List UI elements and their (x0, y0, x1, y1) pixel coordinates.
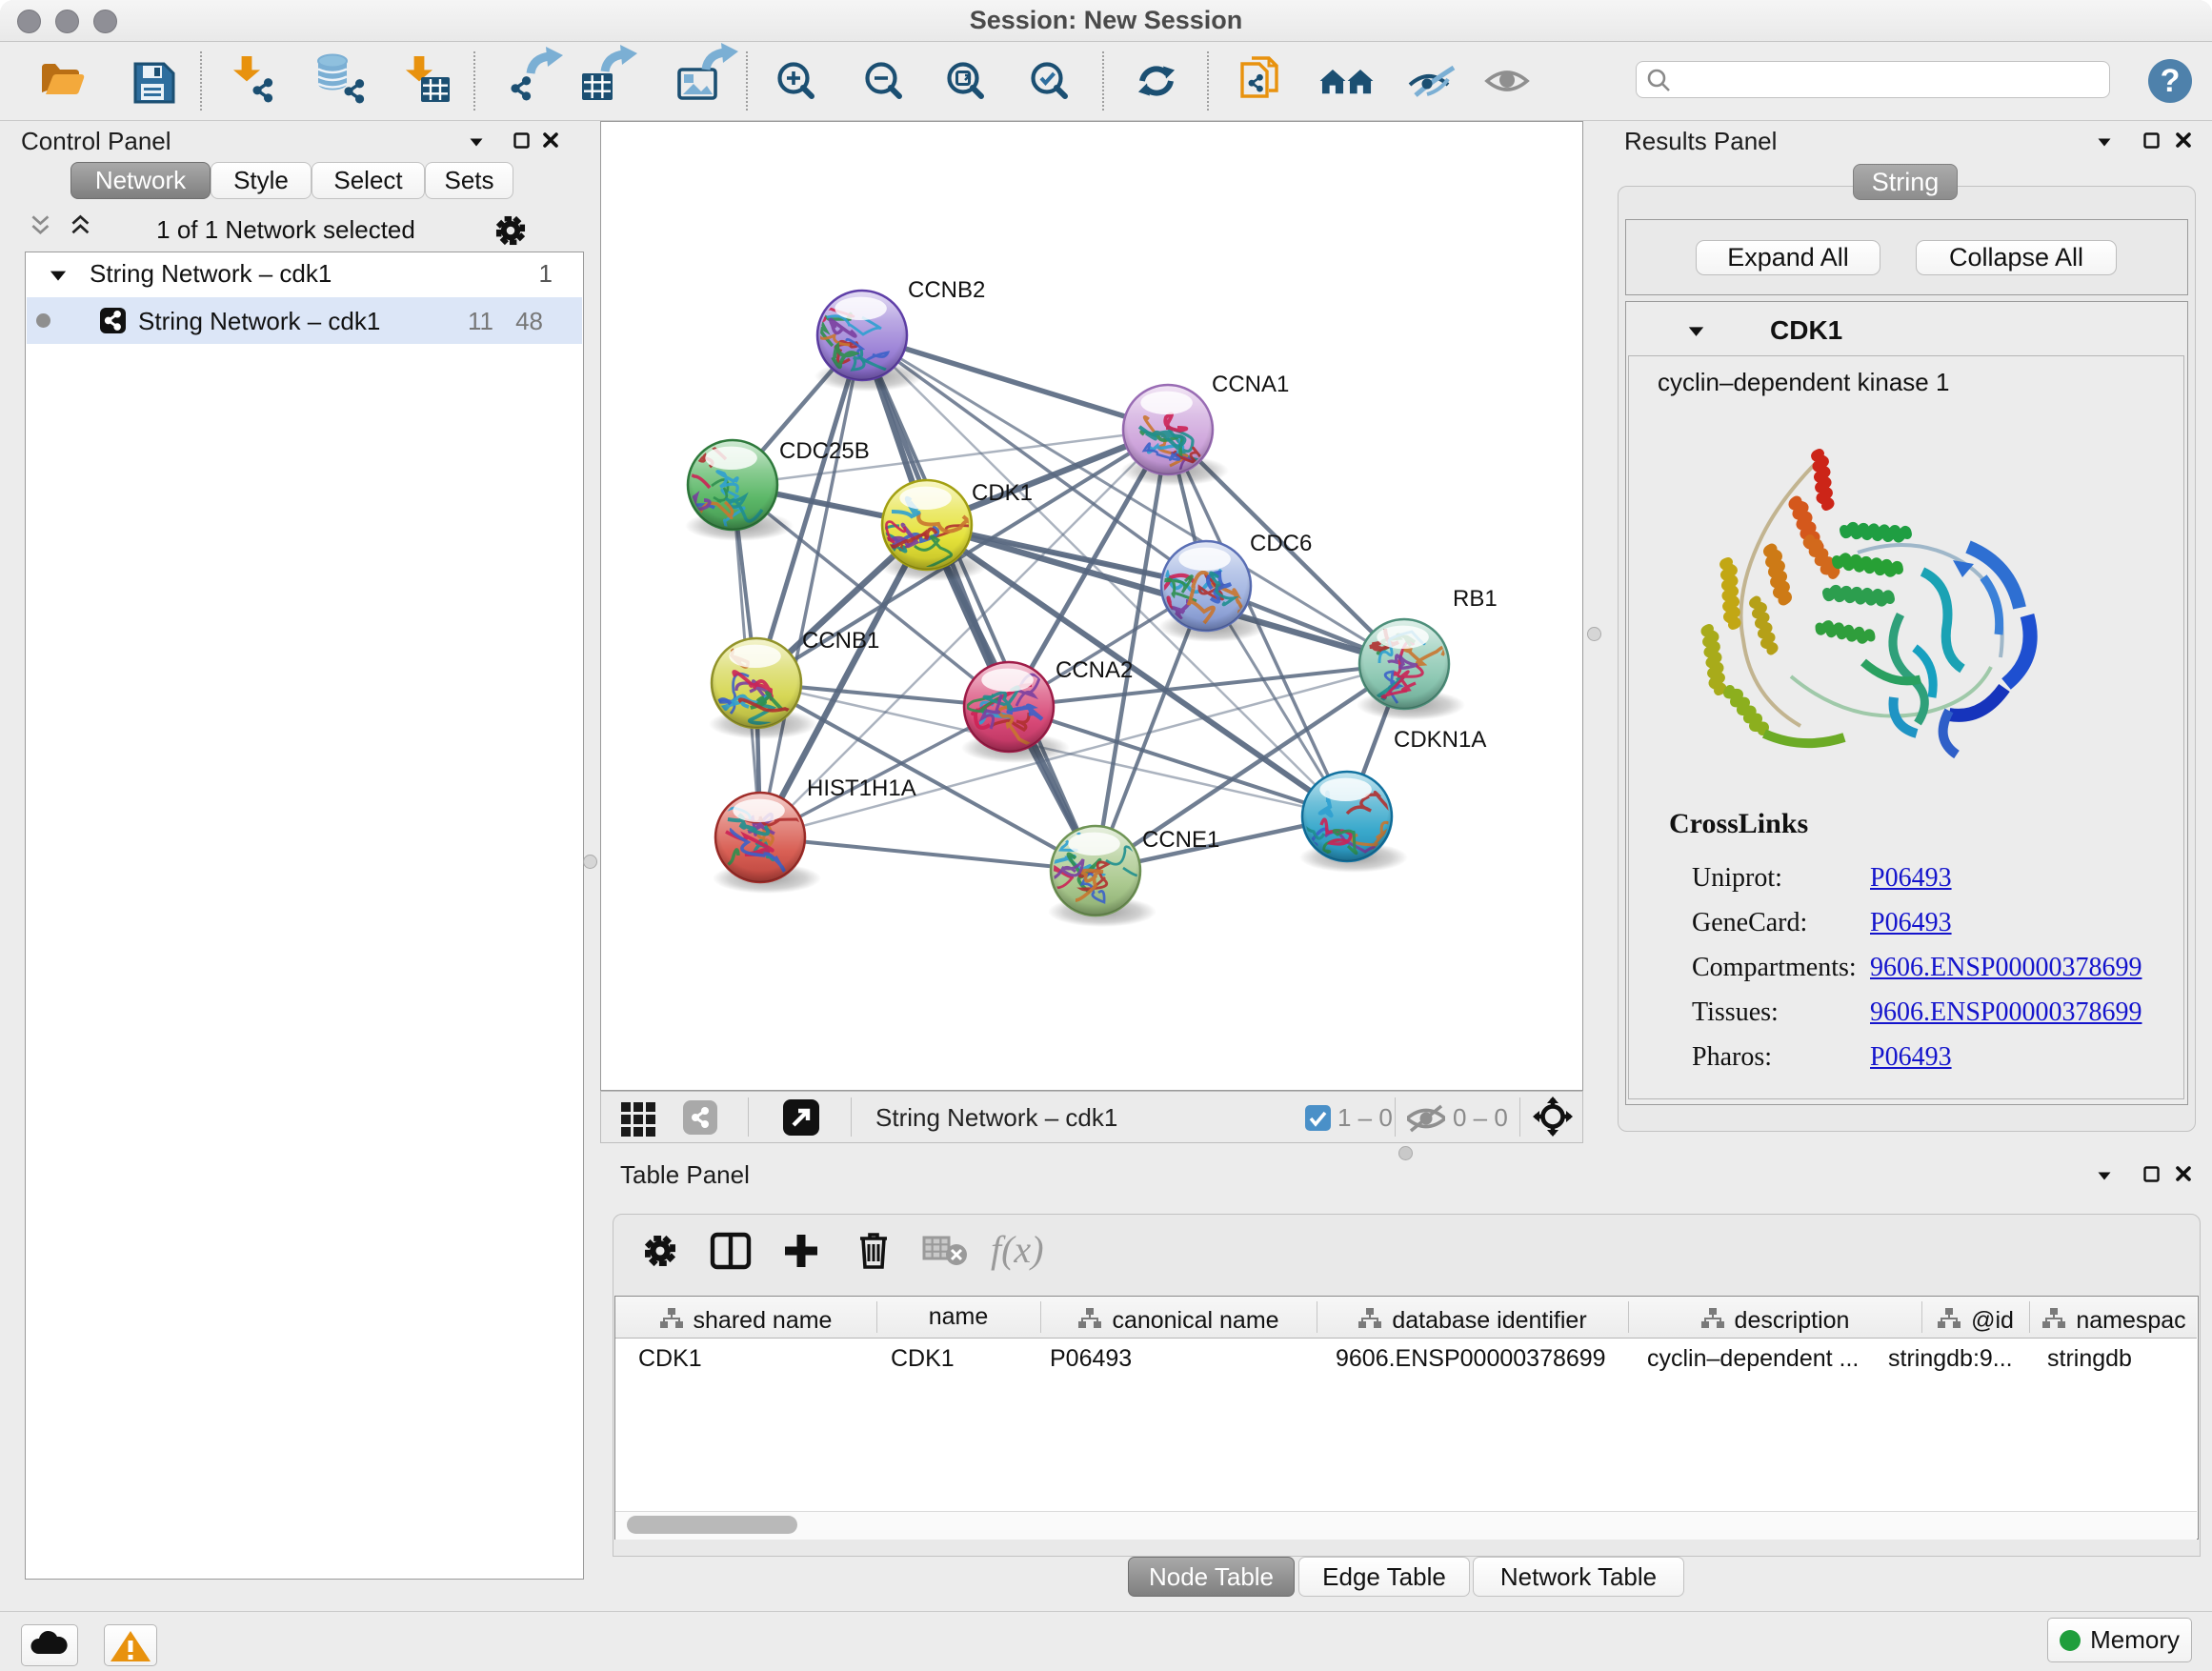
svg-text:CDK1: CDK1 (972, 480, 1033, 506)
svg-text:CCNB1: CCNB1 (802, 628, 879, 654)
svg-text:CDC25B: CDC25B (779, 438, 870, 464)
svg-text:CCNE1: CCNE1 (1142, 827, 1219, 853)
svg-text:CCNB2: CCNB2 (908, 277, 985, 303)
svg-text:CDC6: CDC6 (1250, 531, 1312, 556)
svg-text:CCNA1: CCNA1 (1212, 372, 1289, 397)
svg-text:RB1: RB1 (1453, 586, 1498, 612)
svg-text:CDKN1A: CDKN1A (1394, 727, 1486, 753)
svg-text:HIST1H1A: HIST1H1A (807, 775, 916, 801)
svg-text:CCNA2: CCNA2 (1056, 657, 1133, 683)
